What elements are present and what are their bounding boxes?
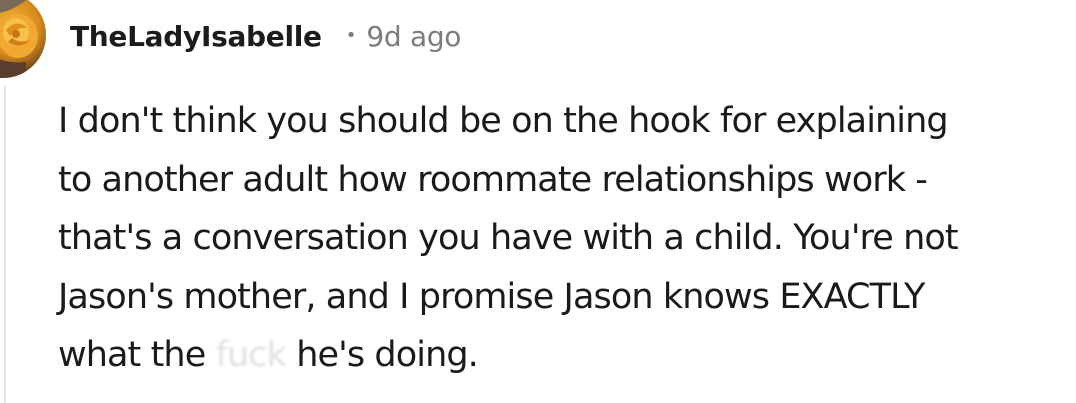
- comment-line: I don't think you should be on the hook …: [58, 101, 949, 141]
- comment: TheLadyIsabelle • 9d ago I don't think y…: [0, 0, 1076, 403]
- flower-avatar-icon: [0, 0, 38, 78]
- meta-separator: •: [345, 24, 357, 46]
- comment-header: TheLadyIsabelle • 9d ago: [70, 14, 461, 58]
- comment-line: to another adult how roommate relationsh…: [58, 159, 928, 200]
- comment-text-segment: what the: [58, 335, 216, 375]
- censored-word: fuck: [215, 335, 287, 375]
- comment-line: that's a conversation you have with a ch…: [58, 218, 959, 258]
- comment-text-segment: he's doing.: [286, 335, 479, 375]
- thread-line[interactable]: [4, 86, 6, 403]
- comment-line-last: what the fuck he's doing.: [58, 326, 1068, 385]
- comment-body: I don't think you should be on the hook …: [58, 92, 1068, 385]
- comment-line: Jason's mother, and I promise Jason know…: [58, 276, 925, 317]
- username-link[interactable]: TheLadyIsabelle: [70, 20, 322, 53]
- timestamp[interactable]: 9d ago: [366, 20, 461, 53]
- user-avatar[interactable]: [0, 0, 46, 78]
